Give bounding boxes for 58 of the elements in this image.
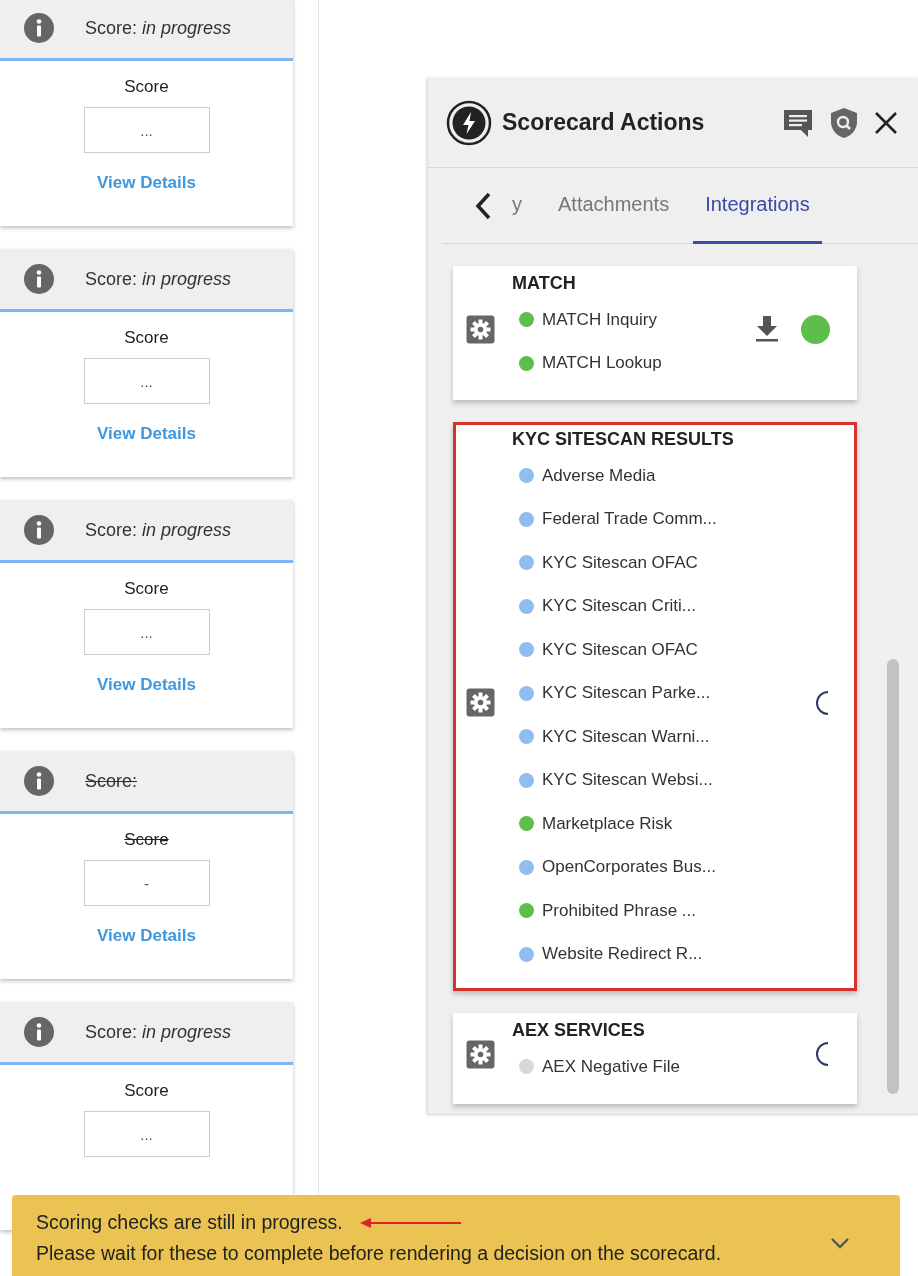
score-value-field: ... [83, 358, 210, 404]
success-indicator [801, 314, 830, 344]
score-status: Score: [85, 770, 138, 792]
score-label: Score [124, 328, 169, 348]
integration-name[interactable]: MATCH Lookup [542, 353, 662, 374]
score-label: Score [124, 77, 169, 97]
integration-name[interactable]: Website Redirect R... [542, 944, 703, 965]
lightning-bolt-icon [446, 99, 492, 146]
score-status: Score: in progress [85, 1021, 232, 1043]
integration-name[interactable]: Prohibited Phrase ... [542, 900, 697, 921]
settings-icon[interactable] [466, 688, 495, 717]
banner-message: Please wait for these to complete before rendering a decision on the scorecard. [36, 1242, 723, 1265]
group-title: KYC SITESCAN RESULTS [512, 429, 735, 450]
info-icon [23, 12, 55, 44]
shield-search-icon[interactable] [830, 106, 858, 139]
score-value-field: ... [83, 1111, 210, 1157]
group-title: AEX SERVICES [512, 1020, 646, 1041]
score-label: Score [124, 579, 169, 599]
download-icon[interactable] [755, 315, 779, 343]
scrollbar-thumb[interactable] [887, 659, 899, 1094]
score-status: Score: in progress [85, 17, 232, 39]
chevron-left-icon[interactable] [474, 191, 492, 220]
integration-name[interactable]: Marketplace Risk [542, 813, 673, 834]
chat-icon[interactable] [782, 107, 814, 138]
chevron-down-icon[interactable] [830, 1237, 850, 1249]
score-value-field: ... [83, 609, 210, 655]
score-label: Score [124, 1081, 169, 1101]
info-icon [23, 263, 55, 295]
score-value-field: ... [83, 107, 210, 153]
integration-name[interactable]: KYC Sitescan Warni... [542, 726, 710, 747]
tab[interactable]: Integrations [693, 167, 822, 244]
integration-name[interactable]: KYC Sitescan OFAC [542, 639, 698, 660]
loading-spinner-icon [816, 1041, 830, 1068]
integration-name[interactable]: Adverse Media [542, 465, 656, 486]
score-value-field: - [83, 860, 210, 906]
score-label: Score [124, 830, 169, 850]
info-icon [23, 1016, 55, 1048]
panel-title: Scorecard Actions [502, 109, 706, 136]
group-title: MATCH [512, 273, 577, 294]
settings-icon[interactable] [466, 1039, 495, 1069]
banner-message: Scoring checks are still in progress. [36, 1211, 343, 1234]
integration-name[interactable]: AEX Negative File [542, 1056, 680, 1077]
integration-name[interactable]: MATCH Inquiry [542, 309, 657, 330]
integration-name[interactable]: KYC Sitescan Parke... [542, 683, 711, 704]
integration-name[interactable]: KYC Sitescan OFAC [542, 552, 698, 573]
score-status: Score: in progress [85, 519, 232, 541]
tab[interactable]: Attachments [546, 167, 682, 244]
integration-name[interactable]: KYC Sitescan Websi... [542, 770, 713, 791]
close-icon[interactable] [874, 110, 898, 135]
integration-name[interactable]: KYC Sitescan Criti... [542, 596, 696, 617]
integration-name[interactable]: OpenCorporates Bus... [542, 857, 716, 878]
settings-icon[interactable] [466, 314, 495, 344]
integration-name[interactable]: Federal Trade Comm... [542, 509, 717, 530]
info-icon [23, 765, 55, 797]
loading-spinner-icon [816, 689, 830, 716]
info-icon [23, 514, 55, 546]
tab[interactable]: y [500, 167, 534, 244]
score-status: Score: in progress [85, 268, 232, 290]
